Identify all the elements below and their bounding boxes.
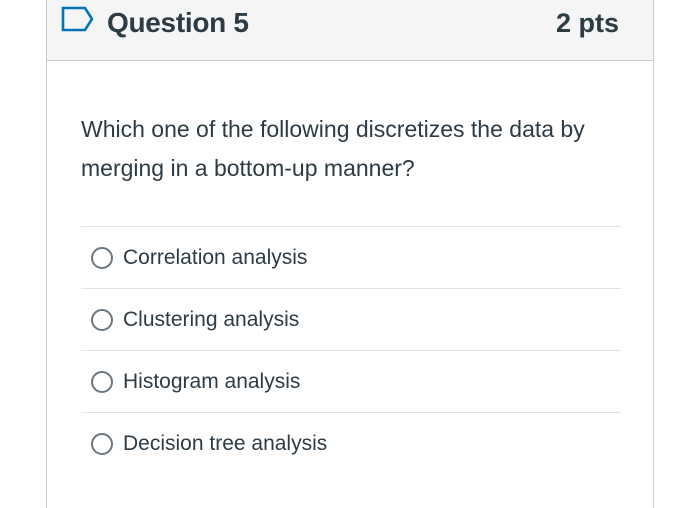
radio-button[interactable] <box>91 308 113 331</box>
question-text: Which one of the following discretizes t… <box>81 116 585 181</box>
answer-option[interactable]: Histogram analysis <box>81 350 621 412</box>
quiz-question-card: Question 5 2 pts Which one of the follow… <box>46 0 654 508</box>
flag-icon[interactable] <box>61 6 95 32</box>
question-title: Question 5 <box>107 7 249 38</box>
radio-button[interactable] <box>91 370 113 393</box>
radio-button[interactable] <box>91 246 113 269</box>
answer-option[interactable]: Correlation analysis <box>81 226 621 288</box>
answer-label: Clustering analysis <box>123 307 300 331</box>
answer-label: Correlation analysis <box>123 245 308 269</box>
answer-option[interactable]: Decision tree analysis <box>81 412 621 474</box>
answer-label: Histogram analysis <box>123 369 301 393</box>
question-points: 2 pts <box>555 8 619 38</box>
answer-option[interactable]: Clustering analysis <box>81 288 621 350</box>
answer-list: Correlation analysis Clustering analysis… <box>81 226 621 474</box>
question-header: Question 5 2 pts <box>47 0 653 61</box>
answer-label: Decision tree analysis <box>123 431 328 455</box>
radio-button[interactable] <box>91 432 113 455</box>
